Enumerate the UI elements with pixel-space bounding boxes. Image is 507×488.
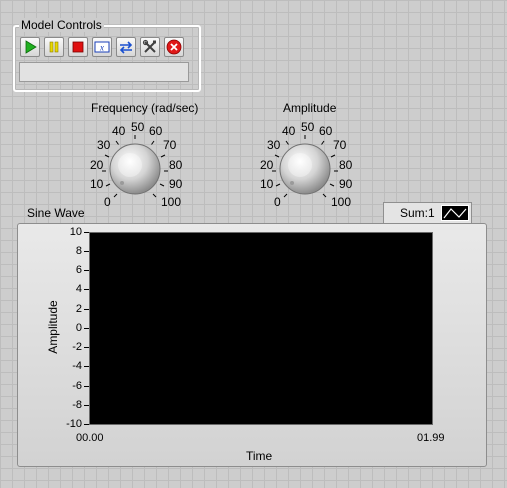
knob-indicator — [120, 181, 124, 185]
graph-title: Sine Wave — [27, 206, 85, 220]
y-tick-mark — [84, 347, 89, 348]
y-tick-label: 8 — [75, 245, 82, 257]
swap-icon — [119, 41, 133, 54]
close-icon — [166, 39, 182, 55]
y-tick-label: -8 — [72, 399, 82, 411]
variable-icon: x — [94, 41, 110, 53]
y-tick-mark — [84, 289, 89, 290]
line-sample-icon — [443, 208, 467, 219]
y-tick-mark — [84, 232, 89, 233]
y-tick-mark — [84, 251, 89, 252]
abort-button[interactable] — [164, 37, 184, 57]
variable-button[interactable]: x — [92, 37, 112, 57]
knob-indicator — [290, 181, 294, 185]
swap-button[interactable] — [116, 37, 136, 57]
x-axis-max-label: 01.99 — [417, 432, 445, 444]
y-tick-label: 10 — [69, 226, 82, 238]
plot-legend[interactable]: Sum:1 — [383, 202, 472, 224]
run-button[interactable] — [20, 37, 40, 57]
y-tick-label: -6 — [72, 380, 82, 392]
y-tick-mark — [84, 328, 89, 329]
legend-label: Sum:1 — [400, 206, 435, 220]
y-tick-label: -10 — [66, 418, 82, 430]
y-tick-mark — [84, 270, 89, 271]
x-axis-title: Time — [246, 449, 273, 463]
tools-icon — [142, 39, 156, 53]
y-tick-mark — [84, 424, 89, 425]
stop-icon — [72, 41, 84, 53]
pause-button[interactable] — [44, 37, 64, 57]
y-tick-mark — [84, 405, 89, 406]
amplitude-knob-label: Amplitude — [283, 101, 337, 115]
frequency-knob-label: Frequency (rad/sec) — [91, 101, 199, 115]
y-tick-mark — [84, 386, 89, 387]
status-field — [19, 62, 189, 82]
pause-icon — [49, 41, 59, 53]
y-axis-title: Amplitude — [46, 300, 60, 354]
model-controls-title: Model Controls — [19, 18, 104, 32]
stop-button[interactable] — [68, 37, 88, 57]
legend-plot-sample — [441, 205, 469, 221]
amplitude-knob[interactable] — [267, 129, 343, 205]
plot-area[interactable] — [89, 232, 433, 425]
frequency-knob[interactable] — [97, 129, 173, 205]
tools-button[interactable] — [140, 37, 160, 57]
x-axis-min-label: 00.00 — [76, 432, 104, 444]
y-tick-mark — [84, 366, 89, 367]
svg-text:x: x — [99, 43, 104, 53]
run-icon — [25, 40, 37, 54]
y-tick-mark — [84, 309, 89, 310]
